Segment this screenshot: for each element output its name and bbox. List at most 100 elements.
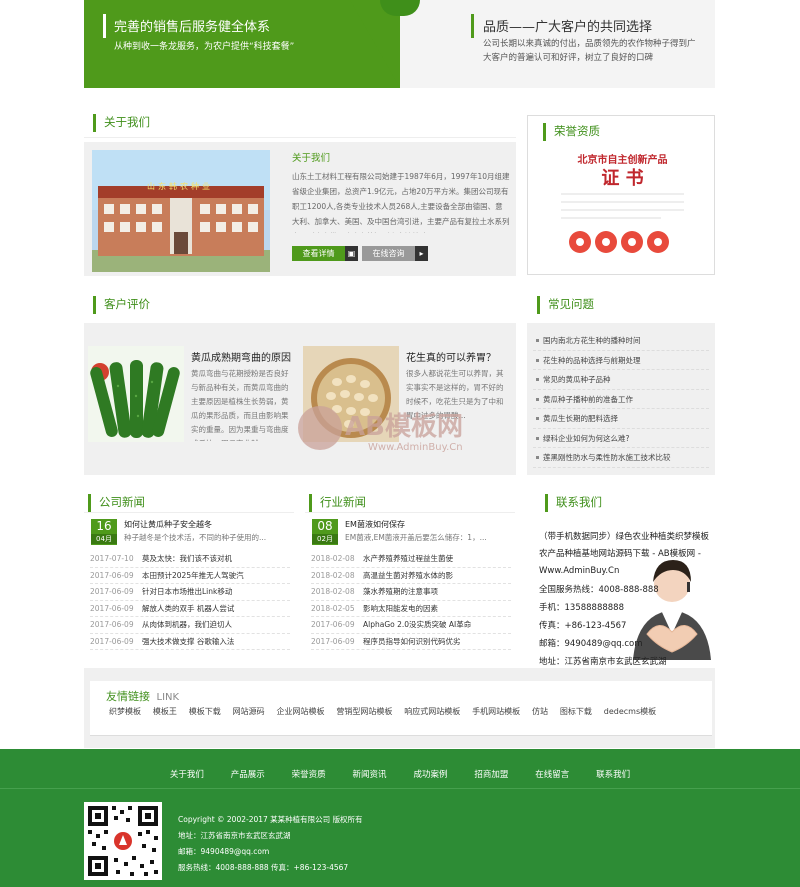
footer-nav-about[interactable]: 关于我们 [170,770,204,780]
cert-big: 证 书 [601,168,644,189]
friend-link[interactable]: 响应式网站模板 [404,707,460,716]
links-heading-cn: 友情链接 [106,690,150,703]
news-row[interactable]: 2017-06-09 针对日本市场推出Link移动 [90,584,290,601]
watermark-url: Www.AdminBuy.Cn [368,442,463,453]
contact-intro: （带手机数据同步）绿色农业种植类织梦模板 农产品种植基地网站源码下载 - AB模… [539,532,710,576]
links-heading: 友情链接 LINK [106,688,179,704]
friend-link[interactable]: 营销型网站模板 [336,707,392,716]
date-month: 04月 [91,534,117,544]
date-day: 16 [96,519,112,533]
online-consult-button[interactable]: 在线咨询 [362,246,415,261]
contact-fax: 传真：+86-123-4567 [539,621,627,631]
news-row[interactable]: 2018-02-05 影响太阳能发电的因素 [311,601,511,617]
news-row[interactable]: 2018-02-08 藻水养殖期的注意事项 [311,584,511,601]
friend-link[interactable]: 网站源码 [233,707,265,716]
news-row[interactable]: 2018-02-08 高温益生菌对养殖水体的影 [311,568,511,584]
banner-left-title: 完善的销售后服务健全体系 [114,20,271,35]
faq-item[interactable]: 绿科企业如何为何这么难? [533,429,709,448]
footer-copyright: Copyright © 2002-2017 某某种植有限公司 版权所有 [178,815,363,824]
image-sign: 山东韩农种业 [147,182,213,191]
page: 完善的销售后服务健全体系 从种到收一条龙服务，为农户提供“科技套餐” 品质——广… [0,0,800,887]
news-row[interactable]: 2017-07-10 莫及太快：我们该不该对机 [90,551,290,568]
news-row[interactable]: 2017-06-09 AlphaGo 2.0没实质突破 AI革命 [311,617,511,634]
about-heading: 关于我们 [93,114,150,132]
qr-code-icon [84,802,162,880]
case-title[interactable]: 花生真的可以养胃？ [406,349,496,364]
links-list: 织梦模板 模板王 模板下载 网站源码 企业网站模板 营销型网站模板 响应式网站模… [109,706,665,717]
faq-item[interactable]: 黄瓜生长期的肥料选择 [533,409,709,429]
seal-stamps [567,229,683,258]
about-image[interactable]: 山东韩农种业 [92,150,270,272]
friend-link[interactable]: dedecms模板 [604,707,656,716]
certificate-image[interactable]: 北京市自主创新产品 证 书 [541,145,704,267]
featured-news-title[interactable]: EM菌液如何保存 [345,519,405,530]
faq-item[interactable]: 黄瓜种子播种前的准备工作 [533,390,709,409]
friend-link[interactable]: 企业网站模板 [277,707,325,716]
friend-link[interactable]: 织梦模板 [109,707,141,716]
industry-news-list: 2018-02-08 水产养殖养殖过程益生菌使 2018-02-08 高温益生菌对养… [311,551,511,650]
company-news-heading: 公司新闻 [88,494,145,512]
view-detail-button[interactable]: 查看详情 [292,246,345,261]
news-row[interactable]: 2017-06-09 解放人类的双手 机器人尝试 [90,601,290,617]
banner-left-bar [103,14,106,38]
friend-link[interactable]: 手机网站模板 [472,707,520,716]
about-text: 山东土工材料工程有限公司始建于1987年6月，1997年10月组建省级企业集团，… [292,172,510,233]
contact-mobile: 手机：13588888888 [539,603,624,613]
banner-right-sub: 公司长期以来真诚的付出，品质领先的农作物种子得到广大客户的普遍认可和好评，树立了… [483,39,696,63]
date-month: 02月 [312,534,338,544]
footer-address: 地址：江苏省南京市玄武区玄武湖 [178,831,291,840]
footer-divider [0,788,800,789]
featured-news-desc: EM菌液,EM菌液开盖后要怎么储存：1，... [345,533,487,542]
friend-link[interactable]: 图标下载 [560,707,592,716]
footer-email: 邮箱：9490489@qq.com [178,847,270,856]
date-badge: 08 02月 [312,519,338,545]
faq-item[interactable]: 花生种的品种选择与前期处理 [533,351,709,370]
chat-icon[interactable]: ▸ [415,246,428,261]
footer-nav-cases[interactable]: 成功案例 [413,770,447,780]
honor-heading: 荣誉资质 [543,123,600,141]
faq-item[interactable]: 常见的黄瓜种子品种 [533,370,709,390]
faq-item[interactable]: 莲黑刚性防水与柔性防水施工技术比较 [533,448,709,468]
watermark-logo-icon [298,406,342,450]
featured-news-title[interactable]: 如何让黄瓜种子安全越冬 [124,519,212,530]
industry-news-heading: 行业新闻 [309,494,366,512]
news-row[interactable]: 2017-06-09 从肉体到机器，我们迫切人 [90,617,290,634]
links-heading-en: LINK [156,692,180,703]
watermark-brand: AB模板网 [345,412,463,442]
cases-heading: 客户评价 [93,296,150,314]
date-badge: 16 04月 [91,519,117,545]
banner-left-sub: 从种到收一条龙服务，为农户提供“科技套餐” [114,42,295,52]
faq-item[interactable]: 国内南北方花生种的播种时间 [533,331,709,351]
company-news-list: 2017-07-10 莫及太快：我们该不该对机 2017-06-09 本田预计202… [90,551,290,650]
contact-heading: 联系我们 [545,494,602,512]
footer-nav-news[interactable]: 新闻资讯 [353,770,387,780]
case-title[interactable]: 黄瓜成熟期弯曲的原因 [191,349,291,364]
divider [84,137,516,138]
arrow-icon[interactable]: ▣ [345,246,358,261]
friend-link[interactable]: 模板王 [153,707,177,716]
news-row[interactable]: 2018-02-08 水产养殖养殖过程益生菌使 [311,551,511,568]
footer-nav: 关于我们 产品展示 荣誉资质 新闻资讯 成功案例 招商加盟 在线留言 联系我们 [0,768,800,780]
banner-right-bar [471,14,474,38]
about-title[interactable]: 关于我们 [292,150,330,164]
contact-email: 邮箱：9490489@qq.com [539,639,643,649]
faq-heading: 常见问题 [537,296,594,314]
banner-right-title: 品质——广大客户的共同选择 [483,20,653,35]
case-text: 黄瓜弯曲与花期授粉是否良好与新品种有关，而黄瓜弯曲的主要原因是植株生长势弱，黄瓜… [191,369,289,441]
friend-link[interactable]: 仿站 [532,707,548,716]
friend-link[interactable]: 模板下载 [189,707,221,716]
footer-nav-message[interactable]: 在线留言 [535,770,569,780]
faq-list: 国内南北方花生种的播种时间 花生种的品种选择与前期处理 常见的黄瓜种子品种 黄瓜… [527,323,715,475]
news-row[interactable]: 2017-06-09 强大技术做支撑 谷歌输入法 [90,634,290,650]
news-row[interactable]: 2017-06-09 本田预计2025年推无人驾驶汽 [90,568,290,584]
contact-hotline: 全国服务热线：4008-888-888 [539,585,659,595]
footer-nav-join[interactable]: 招商加盟 [474,770,508,780]
cucumber-image[interactable] [88,346,184,442]
news-row[interactable]: 2017-06-09 程序员指导如何识别代码优劣 [311,634,511,650]
featured-news-desc: 种子越冬是个技术活，不同的种子使用的... [124,533,267,542]
footer-phones: 服务热线：4008-888-888 传真：+86-123-4567 [178,863,349,872]
footer-nav-honor[interactable]: 荣誉资质 [292,770,326,780]
footer-nav-products[interactable]: 产品展示 [231,770,265,780]
date-day: 08 [317,519,333,533]
footer-nav-contact[interactable]: 联系我们 [596,770,630,780]
